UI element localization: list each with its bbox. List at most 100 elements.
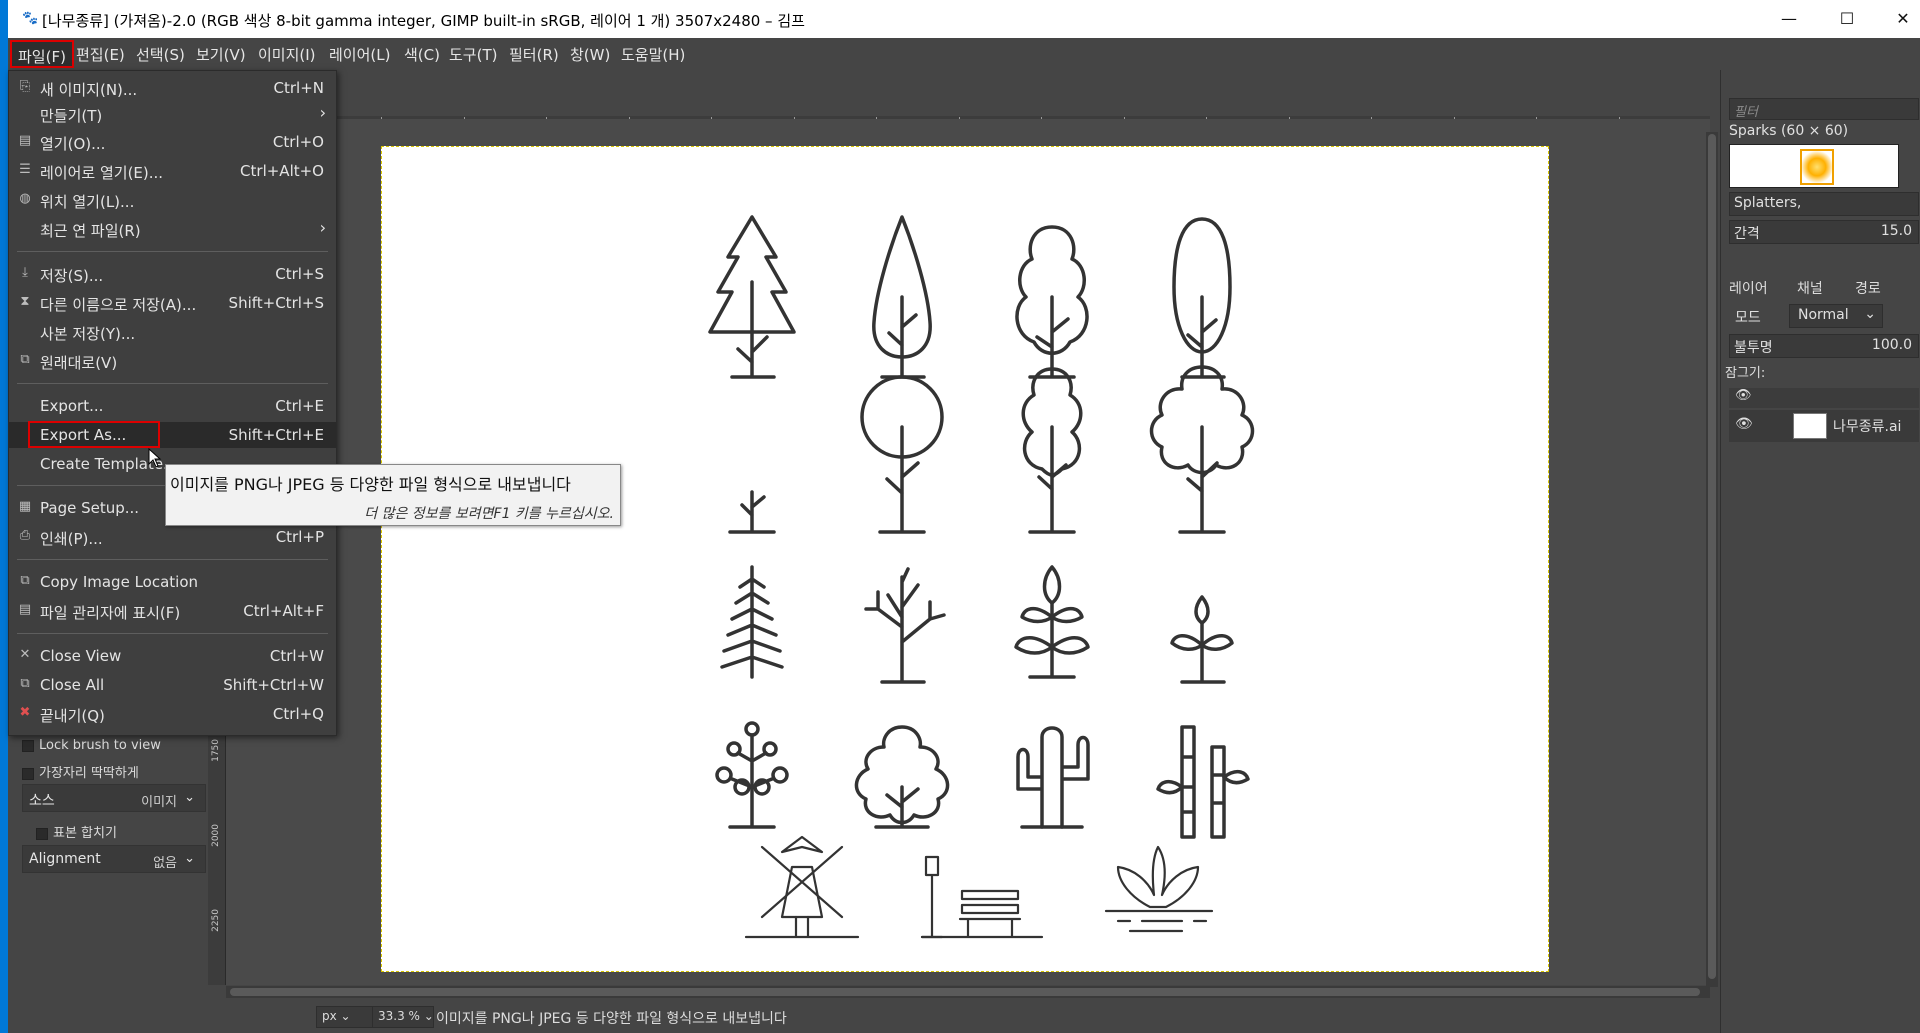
menu-help[interactable]: 도움말(H) <box>621 44 685 65</box>
menu-item-print[interactable]: ⎙ 인쇄(P)... Ctrl+P <box>9 524 336 550</box>
menu-item-open-location[interactable]: ◍ 위치 열기(L)... <box>9 187 336 213</box>
lock-brush-checkbox[interactable] <box>22 739 34 752</box>
menu-colors[interactable]: 색(C) <box>404 44 440 65</box>
minimize-button[interactable]: — <box>1766 0 1812 38</box>
tab-paths[interactable]: 경로 <box>1851 275 1885 301</box>
opacity-slider[interactable]: 불투명 100.0 <box>1729 334 1919 358</box>
chevron-down-icon: ⌄ <box>184 790 195 805</box>
submenu-arrow-icon: › <box>319 218 326 237</box>
revert-icon: ⧉ <box>20 352 30 367</box>
tab-channels[interactable]: 채널 <box>1793 275 1827 301</box>
filter-input[interactable]: 필터 <box>1729 98 1919 120</box>
chevron-down-icon: ⌄ <box>340 1009 351 1023</box>
menu-select[interactable]: 선택(S) <box>136 44 185 65</box>
menu-item-copy-location[interactable]: ⧉ Copy Image Location <box>9 569 336 595</box>
menu-item-label: Close View <box>40 647 122 665</box>
gimp-app-icon: 🐾 <box>22 11 39 26</box>
menu-item-open[interactable]: ▤ 열기(O)... Ctrl+O <box>9 129 336 155</box>
hard-edge-option[interactable]: 가장자리 딱딱하게 <box>22 762 139 781</box>
selected-brush-thumb[interactable] <box>1800 149 1834 185</box>
source-combo[interactable]: 소스 이미지 ⌄ <box>22 784 206 812</box>
menu-item-label: 위치 열기(L)... <box>40 193 135 211</box>
close-window-button[interactable]: ✕ <box>1880 0 1920 38</box>
menu-item-save-copy[interactable]: 사본 저장(Y)... <box>9 319 336 345</box>
brush-tag-combo[interactable]: Splatters, <box>1729 192 1919 216</box>
sprout-icon <box>1170 595 1234 684</box>
hard-edge-label: 가장자리 딱딱하게 <box>39 766 139 781</box>
mode-value: Normal <box>1798 307 1849 323</box>
menu-edit[interactable]: 편집(E) <box>76 44 125 65</box>
menu-item-export-as[interactable]: Export As... Shift+Ctrl+E <box>9 421 336 448</box>
bush-icon <box>854 725 950 829</box>
menu-item-shortcut: Ctrl+W <box>269 647 324 665</box>
alignment-combo[interactable]: Alignment 없음 ⌄ <box>22 845 206 873</box>
spacing-slider[interactable]: 간격 15.0 <box>1729 220 1919 244</box>
menu-item-save[interactable]: ⤓ 저장(S)... Ctrl+S <box>9 261 336 287</box>
windmill-icon <box>744 835 860 939</box>
menu-item-shortcut: Ctrl+O <box>272 133 324 151</box>
menu-file[interactable]: 파일(F) <box>10 40 74 68</box>
menu-item-shortcut: Ctrl+E <box>275 397 324 415</box>
sample-merged-option[interactable]: 표본 합치기 <box>36 822 117 841</box>
tab-layers[interactable]: 레이어 <box>1725 275 1772 301</box>
lock-brush-option[interactable]: Lock brush to view <box>22 738 161 753</box>
save-as-icon: ⧗ <box>20 294 30 309</box>
menu-item-new-image[interactable]: ⎘ 새 이미지(N)... Ctrl+N <box>9 75 336 101</box>
round-tree-icon <box>860 375 944 534</box>
image-canvas[interactable] <box>381 146 1549 972</box>
menu-view[interactable]: 보기(V) <box>196 44 246 65</box>
menu-item-close-all[interactable]: ⧉ Close All Shift+Ctrl+W <box>9 672 336 698</box>
menu-filters[interactable]: 필터(R) <box>509 44 559 65</box>
menu-bar: 파일(F) 편집(E) 선택(S) 보기(V) 이미지(I) 레이어(L) 색(… <box>8 38 1920 70</box>
scrollbar-thumb[interactable] <box>230 988 1700 996</box>
mode-combo[interactable]: Normal ⌄ <box>1789 304 1883 328</box>
berry-branch-icon <box>715 721 789 829</box>
zoom-selector[interactable]: 33.3 % ⌄ <box>372 1006 434 1028</box>
menu-item-open-as-layers[interactable]: ☰ 레이어로 열기(E)... Ctrl+Alt+O <box>9 158 336 184</box>
tooltip-hint: 더 많은 정보를 보려면F1 키를 누르십시오. <box>364 506 614 522</box>
brush-tag-value: Splatters, <box>1734 195 1802 211</box>
menu-item-quit[interactable]: ✖ 끝내기(Q) Ctrl+Q <box>9 701 336 727</box>
alignment-value: 없음 <box>153 856 177 871</box>
scrollbar-thumb[interactable] <box>1708 134 1716 979</box>
unit-selector[interactable]: px ⌄ <box>316 1006 378 1028</box>
menu-item-close-view[interactable]: ✕ Close View Ctrl+W <box>9 643 336 669</box>
menu-item-recent[interactable]: 최근 연 파일(R) › <box>9 216 336 242</box>
status-bar: px ⌄ 33.3 % ⌄ 이미지를 PNG나 JPEG 등 다양한 파일 형식… <box>8 1000 1720 1033</box>
menu-item-create[interactable]: 만들기(T) › <box>9 101 336 127</box>
menu-image[interactable]: 이미지(I) <box>258 44 316 65</box>
menu-layer[interactable]: 레이어(L) <box>329 44 390 65</box>
window-accent-border <box>0 38 8 1033</box>
sample-merged-checkbox[interactable] <box>36 827 48 840</box>
ruler-tick: 2250 <box>211 909 221 932</box>
menu-item-label: 레이어로 열기(E)... <box>40 164 164 182</box>
open-folder-icon: ▤ <box>18 133 32 148</box>
layer-row[interactable]: 👁 나무종류.ai <box>1729 410 1919 442</box>
lamp-and-bench-icon <box>920 855 1044 939</box>
mode-label: 모드 <box>1735 310 1761 326</box>
maximize-button[interactable]: ☐ <box>1824 0 1870 38</box>
source-value: 이미지 <box>141 795 177 810</box>
cactus-icon <box>1016 726 1090 829</box>
visibility-eye-icon[interactable]: 👁 <box>1735 416 1753 432</box>
brush-preview-grid[interactable] <box>1729 144 1899 188</box>
menu-item-label: Close All <box>40 676 105 694</box>
menu-item-revert[interactable]: ⧉ 원래대로(V) <box>9 348 336 374</box>
menu-item-label: 파일 관리자에 표시(F) <box>40 604 181 622</box>
horizontal-scrollbar[interactable] <box>226 986 1710 998</box>
hard-edge-checkbox[interactable] <box>22 767 34 780</box>
vertical-scrollbar[interactable] <box>1706 132 1718 987</box>
menu-item-save-as[interactable]: ⧗ 다른 이름으로 저장(A)... Shift+Ctrl+S <box>9 290 336 316</box>
menu-tools[interactable]: 도구(T) <box>449 44 497 65</box>
layer-name[interactable]: 나무종류.ai <box>1833 416 1901 436</box>
alignment-label: Alignment <box>29 851 101 867</box>
bamboo-icon <box>1156 725 1250 839</box>
menu-item-label: Export... <box>40 397 104 415</box>
menu-item-shortcut: Ctrl+N <box>273 79 324 97</box>
menu-item-show-in-file-manager[interactable]: ▤ 파일 관리자에 표시(F) Ctrl+Alt+F <box>9 598 336 624</box>
submenu-arrow-icon: › <box>319 103 326 122</box>
menu-windows[interactable]: 창(W) <box>570 44 610 65</box>
save-icon: ⤓ <box>22 265 28 280</box>
menu-item-export[interactable]: Export... Ctrl+E <box>9 393 336 419</box>
ruler-tick: 2000 <box>211 824 221 847</box>
